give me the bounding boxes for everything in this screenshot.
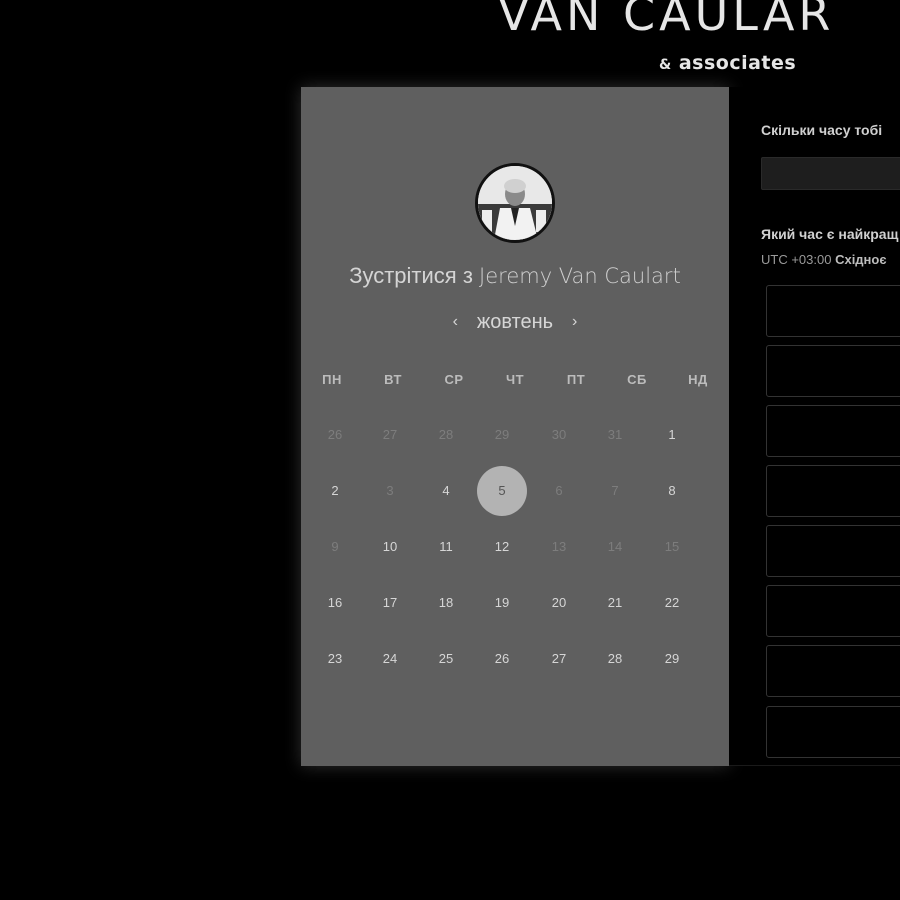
brand-subtitle-text: associates (678, 52, 797, 74)
brand-header: VAN CAULAR & associates (0, 0, 900, 86)
time-slot[interactable] (766, 525, 900, 577)
calendar-days-grid: 26 27 28 29 30 31 1 2 3 4 5 6 7 8 9 10 11 12 13 14 15 16 17 18 1… (301, 87, 729, 766)
calendar-day[interactable]: 25 (421, 634, 471, 684)
timezone-label[interactable]: UTC +03:00 Східноє (761, 252, 887, 267)
calendar-day: 29 (494, 427, 510, 442)
calendar-day[interactable]: 27 (534, 634, 584, 684)
brand-subtitle: & associates (659, 52, 796, 74)
time-question: Який час є найкращ (761, 226, 899, 242)
calendar-day[interactable]: 19 (477, 578, 527, 628)
calendar-day[interactable]: 4 (421, 466, 471, 516)
calendar-day[interactable]: 10 (365, 522, 415, 572)
timezone-name: Східноє (835, 252, 887, 267)
time-slot[interactable] (766, 706, 900, 758)
calendar-day[interactable]: 22 (647, 578, 697, 628)
calendar-day: 14 (607, 539, 623, 554)
time-slot[interactable] (766, 345, 900, 397)
calendar-day[interactable]: 23 (310, 634, 360, 684)
calendar-day[interactable]: 26 (477, 634, 527, 684)
duration-select[interactable] (761, 157, 900, 190)
calendar-day: 13 (551, 539, 567, 554)
calendar-day-selected[interactable]: 5 (477, 466, 527, 516)
timezone-offset: UTC +03:00 (761, 252, 832, 267)
calendar-day[interactable]: 8 (647, 466, 697, 516)
calendar-day: 30 (551, 427, 567, 442)
calendar-day[interactable]: 12 (477, 522, 527, 572)
time-slot[interactable] (766, 585, 900, 637)
calendar-day: 6 (555, 483, 563, 498)
calendar-day[interactable]: 18 (421, 578, 471, 628)
calendar-day: 9 (331, 539, 339, 554)
calendar-day[interactable]: 29 (647, 634, 697, 684)
calendar-day: 3 (386, 483, 394, 498)
calendar-day[interactable]: 16 (310, 578, 360, 628)
time-slot[interactable] (766, 285, 900, 337)
calendar-day[interactable]: 24 (365, 634, 415, 684)
calendar-day: 7 (611, 483, 619, 498)
calendar-panel: Зустрітися з Jeremy Van Caulart ‹ жовтен… (301, 87, 729, 766)
calendar-day[interactable]: 17 (365, 578, 415, 628)
calendar-day: 31 (607, 427, 623, 442)
time-slot[interactable] (766, 645, 900, 697)
calendar-day[interactable]: 11 (421, 522, 471, 572)
calendar-day[interactable]: 28 (590, 634, 640, 684)
time-slot[interactable] (766, 465, 900, 517)
booking-details-panel: Скільки часу тобі Який час є найкращ UTC… (729, 87, 900, 766)
calendar-day: 15 (664, 539, 680, 554)
calendar-day[interactable]: 20 (534, 578, 584, 628)
calendar-day: 27 (382, 427, 398, 442)
calendar-day[interactable]: 2 (310, 466, 360, 516)
duration-question: Скільки часу тобі (761, 122, 883, 138)
calendar-day: 26 (327, 427, 343, 442)
calendar-day[interactable]: 1 (647, 410, 697, 460)
calendar-day: 28 (438, 427, 454, 442)
time-slot[interactable] (766, 405, 900, 457)
brand-title: VAN CAULAR (498, 0, 835, 41)
brand-subtitle-amp: & (659, 57, 672, 73)
calendar-day[interactable]: 21 (590, 578, 640, 628)
